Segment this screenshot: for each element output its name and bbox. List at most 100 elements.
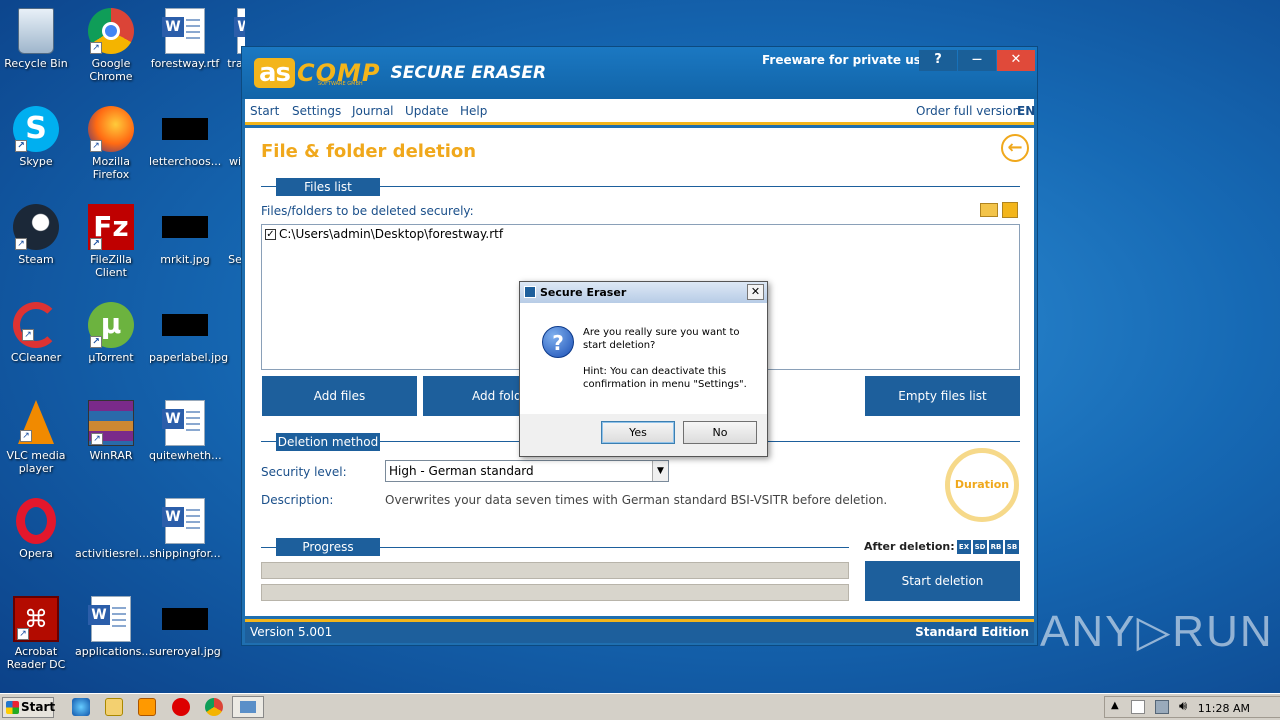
skype-icon: S ↗ [13,106,59,152]
title-bar[interactable]: as COMP SECURE ERASER SOFTWARE GMBH Free… [242,47,1037,99]
language-selector[interactable]: EN [1017,104,1035,118]
desktop-icon-opera[interactable]: Opera [0,498,72,560]
list-item[interactable]: ✓ C:\Users\admin\Desktop\forestway.rtf [262,227,503,241]
chrome-taskbar-icon[interactable] [205,698,223,716]
after-exit-badge[interactable]: EX [957,540,971,554]
help-button[interactable]: ? [919,50,957,71]
secure-eraser-taskbar-button[interactable] [232,696,264,718]
steam-icon: ↗ [13,204,59,250]
desktop-icon-firefox[interactable]: ↗ Mozilla Firefox [75,106,147,181]
opera-taskbar-icon[interactable] [172,698,190,716]
back-arrow-icon[interactable]: ← [1001,134,1029,162]
add-files-button[interactable]: Add files [262,376,417,416]
close-button[interactable]: ✕ [997,50,1035,71]
confirm-dialog: Secure Eraser ✕ ? Are you really sure yo… [519,281,768,457]
word-document-icon: W [162,498,205,544]
dialog-title-bar[interactable]: Secure Eraser ✕ [520,282,767,303]
status-bar: Version 5.001 Standard Edition [245,619,1034,643]
desktop-icon-label: applications... [75,645,152,658]
volume-icon[interactable]: 🔊︎ [1179,699,1187,714]
deletion-method-header: Deletion method [276,433,380,451]
recycle-bin-icon [18,8,54,54]
desktop-icon-label: Recycle Bin [4,57,68,70]
desktop-icon-skype[interactable]: S ↗ Skype [0,106,72,168]
menu-journal[interactable]: Journal [352,104,394,118]
acrobat-icon: ⌘ ↗ [13,596,59,642]
desktop-icon-utorrent[interactable]: µ ↗ µTorrent [75,302,147,364]
menu-start[interactable]: Start [250,104,279,118]
description-text: Overwrites your data seven times with Ge… [385,493,888,507]
desktop-icon-quitewheth[interactable]: W quitewheth... [149,400,222,462]
security-level-label: Security level: [261,465,347,479]
after-standby-badge[interactable]: SB [1005,540,1019,554]
menu-update[interactable]: Update [405,104,448,118]
explorer-icon[interactable] [105,698,123,716]
desktop-icon-filezilla[interactable]: Fz ↗ FileZilla Client [75,204,147,279]
system-tray: ▲ 🔊︎ 11:28 AM [1104,696,1280,718]
desktop-icon-forestway-rtf[interactable]: W forestway.rtf [149,8,221,70]
logo-as: as [254,58,296,88]
taskbar: Start ▲ 🔊︎ 11:28 AM [0,693,1280,720]
image-thumbnail-icon [162,118,208,140]
desktop-icon-ccleaner[interactable]: ↗ CCleaner [0,302,72,364]
desktop-icon-vlc[interactable]: ↗ VLC media player [0,400,72,475]
desktop-icon-label: forestway.rtf [150,57,220,70]
start-deletion-button[interactable]: Start deletion [865,561,1020,601]
desktop-icon-google-chrome[interactable]: ↗ Google Chrome [75,8,147,83]
description-label: Description: [261,493,334,507]
dialog-question: Are you really sure you want to start de… [583,327,740,351]
duration-indicator: Duration [945,448,1019,522]
desktop-icon-mrkit[interactable]: mrkit.jpg [149,204,221,266]
yes-button[interactable]: Yes [601,421,675,444]
desktop-icon-steam[interactable]: ↗ Steam [0,204,72,266]
progress-bar-1 [261,562,849,579]
desktop-icon-label: Acrobat Reader DC [6,645,66,671]
dialog-close-button[interactable]: ✕ [747,284,764,300]
desktop-icon-label: shippingfor... [149,547,221,560]
import-folder-icon[interactable] [980,203,998,217]
desktop-icon-label: VLC media player [6,449,66,475]
save-list-icon[interactable] [1002,202,1018,218]
chevron-down-icon: ▼ [652,461,668,481]
ie-icon[interactable] [72,698,90,716]
desktop-icon-acrobat[interactable]: ⌘ ↗ Acrobat Reader DC [0,596,72,671]
desktop-icon-sureroyal[interactable]: sureroyal.jpg [149,596,221,658]
order-full-version-link[interactable]: Order full version [916,104,1020,118]
desktop-icon-letterchoos[interactable]: letterchoos... [149,106,221,168]
desktop-icon-label: Skype [19,155,53,168]
show-hidden-icons[interactable]: ▲ [1111,700,1119,711]
desktop-icon-label: FileZilla Client [90,253,132,279]
after-shutdown-badge[interactable]: SD [973,540,987,554]
desktop-icon-applications[interactable]: W applications... [75,596,152,658]
desktop-icon-label: quitewheth... [149,449,222,462]
desktop-icon-recycle-bin[interactable]: Recycle Bin [0,8,72,70]
minimize-button[interactable]: — [958,50,996,71]
network-icon[interactable] [1155,700,1169,714]
empty-files-list-button[interactable]: Empty files list [865,376,1020,416]
desktop-icon-shippingfor[interactable]: W shippingfor... [149,498,221,560]
page-title: File & folder deletion [261,141,477,162]
dialog-title: Secure Eraser [540,286,627,299]
files-label: Files/folders to be deleted securely: [261,204,474,218]
action-center-icon[interactable] [1131,700,1145,714]
start-label: Start [21,700,56,714]
clock[interactable]: 11:28 AM [1198,702,1250,715]
desktop-icon-paperlabel[interactable]: paperlabel.jpg [149,302,228,364]
image-thumbnail-icon [162,608,208,630]
no-button[interactable]: No [683,421,757,444]
filezilla-icon: Fz ↗ [88,204,134,250]
dialog-hint: Hint: You can deactivate this confirmati… [583,366,747,390]
file-checkbox[interactable]: ✓ [265,229,276,240]
desktop-icon-activitiesrel[interactable]: activitiesrel... [75,498,149,560]
app-title: SECURE ERASER [390,63,547,83]
menu-settings[interactable]: Settings [292,104,341,118]
dialog-message: Are you really sure you want to start de… [583,326,758,391]
after-reboot-badge[interactable]: RB [989,540,1003,554]
after-deletion-label: After deletion: [864,540,955,553]
menu-help[interactable]: Help [460,104,487,118]
desktop-icon-winrar[interactable]: ↗ WinRAR [75,400,147,462]
start-button[interactable]: Start [2,697,56,718]
edition-label: Standard Edition [915,625,1029,639]
media-player-icon[interactable] [138,698,156,716]
security-level-dropdown[interactable]: High - German standard ▼ [385,460,669,482]
